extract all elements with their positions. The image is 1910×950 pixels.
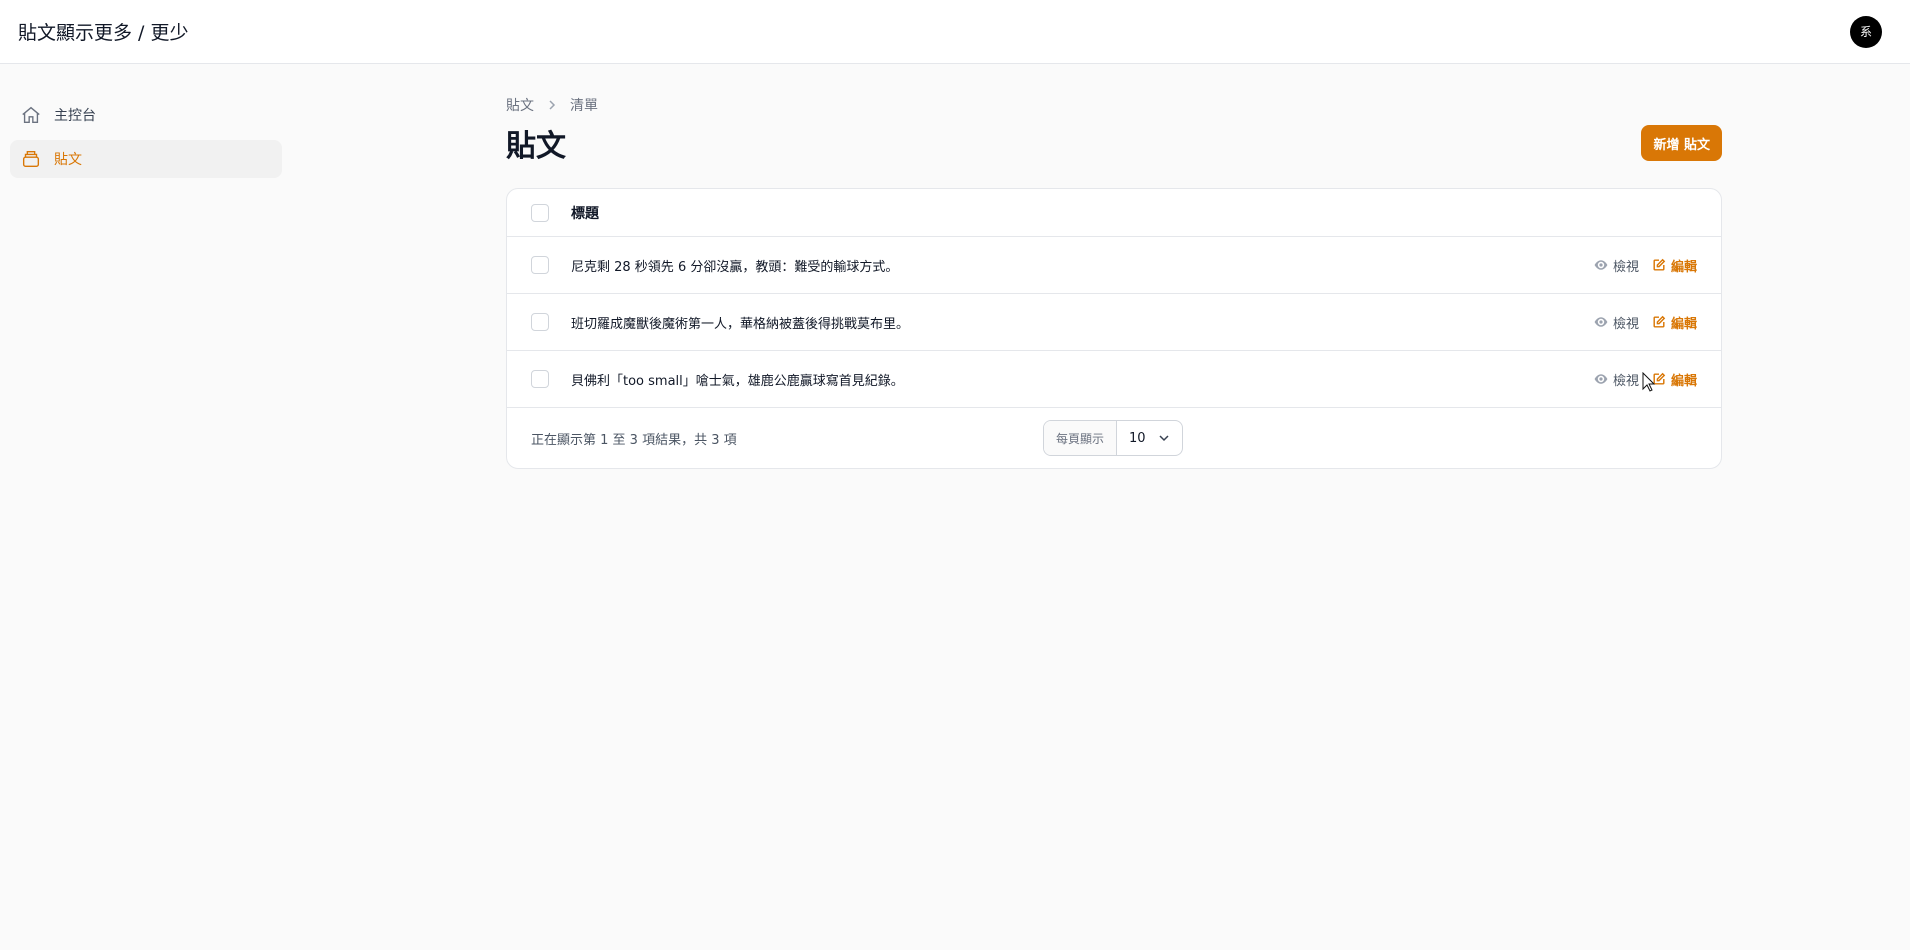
table-row: 尼克剩 28 秒領先 6 分卻沒贏，教頭：難受的輸球方式。 檢視 編輯	[507, 237, 1721, 294]
view-button[interactable]: 檢視	[1593, 256, 1639, 275]
chevron-down-icon	[1159, 435, 1169, 442]
row-actions: 檢視 編輯	[1593, 256, 1697, 275]
per-page-label: 每頁顯示	[1044, 421, 1118, 455]
sidebar-item-dashboard[interactable]: 主控台	[10, 96, 282, 134]
edit-icon	[1653, 258, 1666, 271]
page-header: 貼文 新增 貼文	[506, 122, 1722, 164]
eye-icon	[1594, 260, 1608, 270]
breadcrumb-list: 清單	[570, 98, 598, 114]
table-row: 貝佛利「too small」嗆士氣，雄鹿公鹿贏球寫首見紀錄。 檢視 編輯	[507, 351, 1721, 408]
edit-button[interactable]: 編輯	[1651, 256, 1697, 275]
posts-table: 標題 尼克剩 28 秒領先 6 分卻沒贏，教頭：難受的輸球方式。 檢視 編輯 班…	[506, 188, 1722, 469]
view-label: 檢視	[1612, 316, 1639, 332]
chevron-right-icon	[546, 99, 558, 111]
home-icon	[20, 104, 42, 126]
sidebar-item-label: 貼文	[54, 152, 82, 168]
edit-label: 編輯	[1670, 316, 1697, 332]
new-post-button[interactable]: 新增 貼文	[1641, 125, 1722, 161]
row-title: 貝佛利「too small」嗆士氣，雄鹿公鹿贏球寫首見紀錄。	[571, 373, 904, 389]
eye-icon	[1594, 317, 1608, 327]
row-checkbox[interactable]	[531, 370, 549, 388]
breadcrumb-posts[interactable]: 貼文	[506, 95, 534, 115]
sidebar: 主控台 貼文	[10, 96, 282, 184]
row-actions: 檢視 編輯	[1593, 313, 1697, 332]
pagination-summary: 正在顯示第 1 至 3 項結果，共 3 項	[531, 432, 737, 448]
view-button[interactable]: 檢視	[1593, 370, 1639, 389]
archive-icon	[20, 148, 42, 170]
per-page-value: 10	[1129, 430, 1146, 446]
table-row: 班切羅成魔獸後魔術第一人，華格納被蓋後得挑戰莫布里。 檢視 編輯	[507, 294, 1721, 351]
table-header-row: 標題	[507, 189, 1721, 237]
edit-icon	[1653, 315, 1666, 328]
avatar[interactable]: 系	[1850, 15, 1882, 48]
edit-label: 編輯	[1670, 259, 1697, 275]
table-footer: 正在顯示第 1 至 3 項結果，共 3 項 每頁顯示 10	[507, 408, 1721, 468]
mouse-cursor-icon	[1642, 372, 1656, 392]
eye-icon	[1594, 374, 1608, 384]
sidebar-item-label: 主控台	[54, 108, 96, 124]
edit-button[interactable]: 編輯	[1651, 370, 1697, 389]
per-page-dropdown[interactable]: 10	[1117, 431, 1182, 446]
app-title: 貼文顯示更多 / 更少	[18, 22, 189, 44]
view-label: 檢視	[1612, 259, 1639, 275]
view-label: 檢視	[1612, 373, 1639, 389]
row-checkbox[interactable]	[531, 313, 549, 331]
row-title: 尼克剩 28 秒領先 6 分卻沒贏，教頭：難受的輸球方式。	[571, 259, 899, 275]
top-bar: 貼文顯示更多 / 更少 系	[0, 0, 1910, 64]
sidebar-item-posts[interactable]: 貼文	[10, 140, 282, 178]
per-page-select[interactable]: 每頁顯示 10	[1043, 420, 1183, 456]
page-title: 貼文	[506, 129, 566, 164]
row-title: 班切羅成魔獸後魔術第一人，華格納被蓋後得挑戰莫布里。	[571, 316, 910, 332]
edit-label: 編輯	[1670, 373, 1697, 389]
select-all-checkbox[interactable]	[531, 203, 549, 222]
view-button[interactable]: 檢視	[1593, 313, 1639, 332]
main-content: 貼文 清單 貼文 新增 貼文 標題 尼克剩 28 秒領先 6 分卻沒贏，教頭：難…	[506, 94, 1722, 469]
row-checkbox[interactable]	[531, 256, 549, 274]
column-header-title[interactable]: 標題	[571, 203, 599, 223]
edit-button[interactable]: 編輯	[1651, 313, 1697, 332]
breadcrumb: 貼文 清單	[506, 94, 1722, 116]
